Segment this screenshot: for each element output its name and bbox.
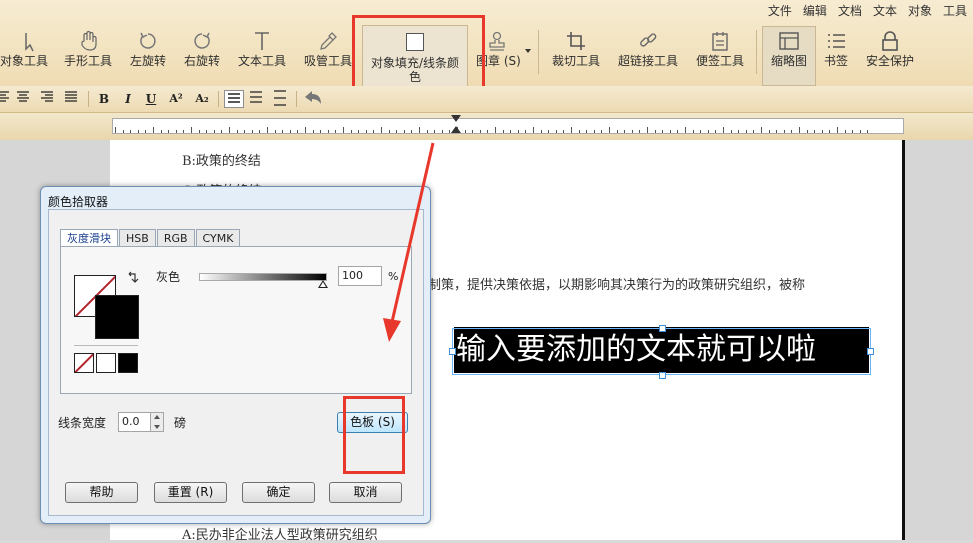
- annotation-arrow-icon: [383, 142, 435, 342]
